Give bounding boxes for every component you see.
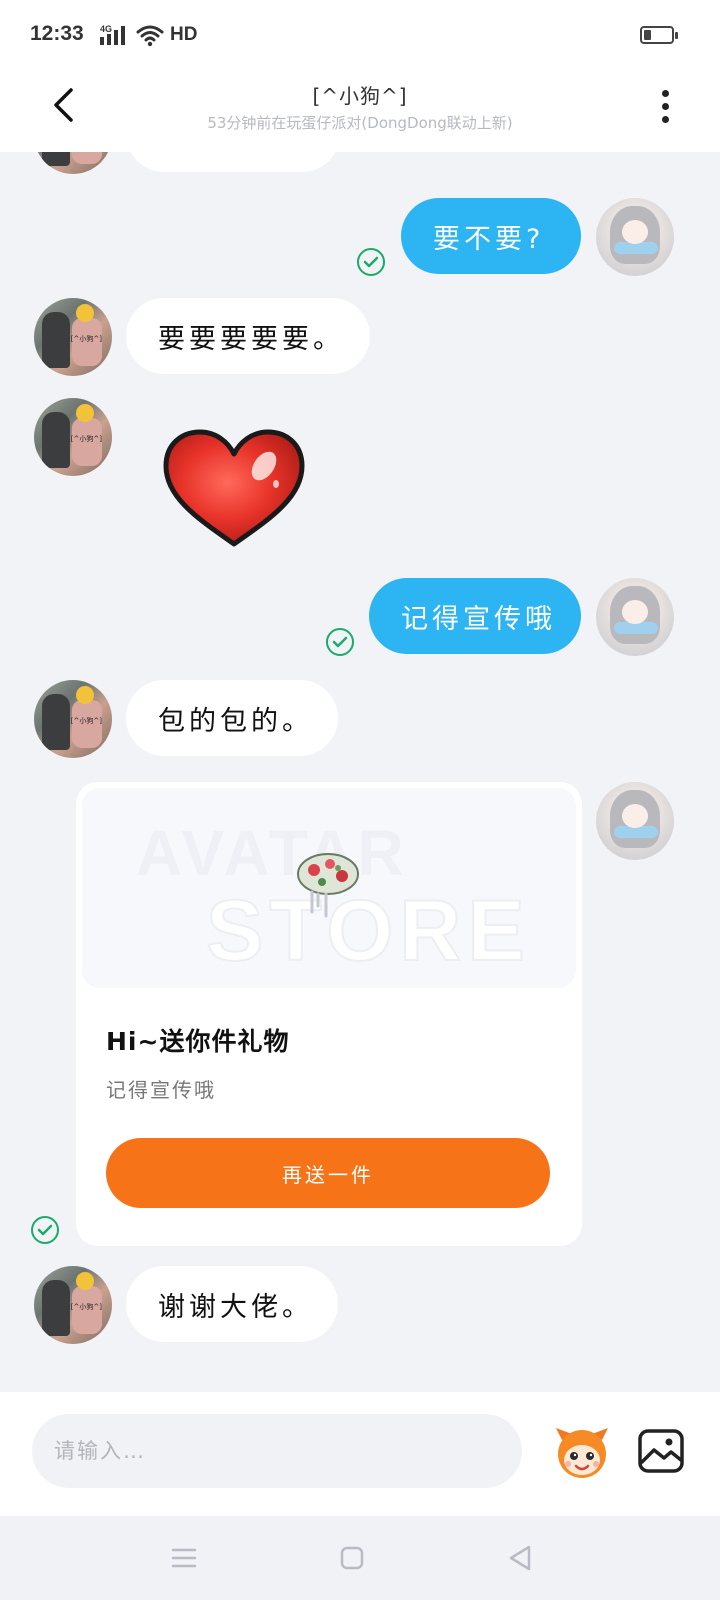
gift-message: 记得宣传哦: [106, 1078, 216, 1102]
avatar-tag: [^小狗^]: [70, 717, 102, 725]
avatar-face: [76, 404, 94, 422]
menu-icon: [171, 1548, 197, 1568]
banner-text-store: STORE: [205, 882, 531, 980]
avatar-tag: [^小狗^]: [70, 335, 102, 343]
friend-avatar[interactable]: [34, 152, 112, 174]
battery-level: [644, 30, 651, 40]
friend-avatar[interactable]: [^小狗^]: [34, 680, 112, 758]
cellular-signal-icon: 4G: [100, 24, 125, 45]
message-bubble-partial[interactable]: [126, 152, 340, 172]
message-text: 谢谢大佬。: [158, 1291, 313, 1323]
message-bubble-incoming[interactable]: 要要要要要。: [126, 298, 370, 374]
message-text: 包的包的。: [158, 705, 313, 737]
status-icons: 4G HD: [100, 22, 197, 48]
friend-avatar[interactable]: [^小狗^]: [34, 1266, 112, 1344]
wifi-icon: [136, 25, 164, 47]
nav-menu-button[interactable]: [164, 1538, 204, 1578]
avatar-store-banner: AVATAR STORE: [82, 788, 576, 988]
read-check-icon: [357, 248, 385, 276]
message-input[interactable]: [32, 1414, 522, 1488]
message-bubble-outgoing[interactable]: 要不要?: [401, 198, 581, 274]
my-avatar[interactable]: [596, 578, 674, 656]
nav-home-button[interactable]: [332, 1538, 372, 1578]
gift-hat-item: [297, 853, 359, 918]
avatar-face: [622, 600, 648, 624]
avatar-face: [622, 220, 648, 244]
friend-avatar[interactable]: [^小狗^]: [34, 298, 112, 376]
banner-text-avatar: AVATAR: [136, 817, 408, 889]
read-check-icon: [326, 628, 354, 656]
more-options-button[interactable]: [650, 82, 680, 130]
input-bar: [0, 1392, 720, 1516]
contact-name: [^小狗^]: [312, 84, 408, 108]
message-text: 要不要?: [433, 223, 545, 255]
hd-label: HD: [170, 24, 198, 45]
image-icon[interactable]: [636, 1426, 686, 1476]
read-check-icon: [31, 1216, 59, 1244]
avatar-tag: [^小狗^]: [70, 435, 102, 443]
system-nav-bar: [0, 1516, 720, 1600]
back-triangle-icon: [509, 1545, 531, 1571]
svg-text:4G: 4G: [100, 24, 112, 34]
gift-title: Hi~送你件礼物: [106, 1027, 290, 1056]
message-text: 记得宣传哦: [401, 603, 556, 635]
my-avatar[interactable]: [596, 782, 674, 860]
message-bubble-incoming[interactable]: 包的包的。: [126, 680, 338, 756]
more-vertical-icon: [661, 102, 669, 110]
message-list[interactable]: 要不要? [^小狗^] 要要要要要。 [^小狗^] 记得宣传哦 [^小狗^] 包…: [0, 152, 720, 1392]
mascot-sticker-icon[interactable]: [552, 1422, 612, 1482]
avatar-face: [76, 686, 94, 704]
chat-header: [^小狗^] 53分钟前在玩蛋仔派对(DongDong联动上新): [0, 72, 720, 152]
avatar-face: [622, 804, 648, 828]
my-avatar[interactable]: [596, 198, 674, 276]
avatar-tag: [^小狗^]: [70, 1303, 102, 1311]
avatar-face: [76, 304, 94, 322]
more-vertical-icon: [661, 89, 669, 97]
message-bubble-incoming[interactable]: 谢谢大佬。: [126, 1266, 338, 1342]
more-vertical-icon: [661, 115, 669, 123]
battery-icon: [640, 26, 678, 44]
send-another-button[interactable]: 再送一件: [106, 1138, 550, 1208]
nav-back-button[interactable]: [500, 1538, 540, 1578]
message-text: 要要要要要。: [158, 323, 344, 355]
message-bubble-outgoing[interactable]: 记得宣传哦: [369, 578, 581, 654]
status-bar: 12:33 4G HD: [0, 0, 720, 72]
heart-sticker[interactable]: [160, 428, 308, 552]
home-square-icon: [340, 1546, 364, 1570]
status-time: 12:33: [30, 22, 84, 45]
friend-avatar[interactable]: [^小狗^]: [34, 398, 112, 476]
gift-card[interactable]: AVATAR STORE Hi~送你件礼物 记得宣传哦 再送一件: [76, 782, 582, 1246]
contact-status: 53分钟前在玩蛋仔派对(DongDong联动上新): [207, 114, 513, 132]
avatar-face: [76, 1272, 94, 1290]
